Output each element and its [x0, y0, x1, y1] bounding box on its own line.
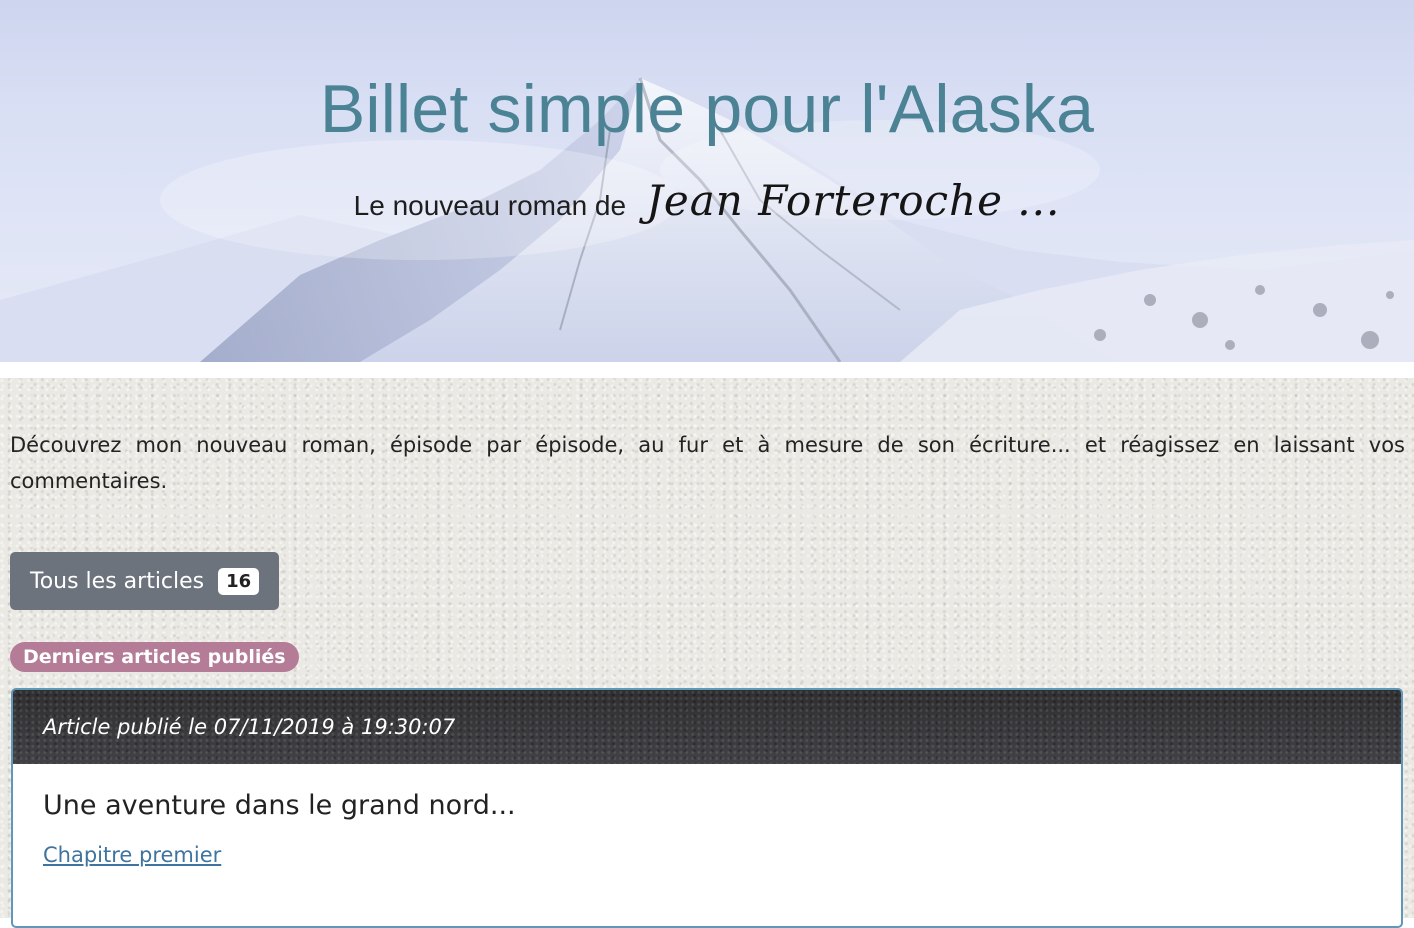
article-card: Article publié le 07/11/2019 à 19:30:07 … — [11, 688, 1403, 928]
intro-text: Découvrez mon nouveau roman, épisode par… — [10, 433, 1405, 493]
main-content: Découvrez mon nouveau roman, épisode par… — [0, 378, 1414, 928]
site-subtitle: Le nouveau roman de Jean Forteroche ... — [0, 176, 1414, 225]
articles-count-badge: 16 — [218, 567, 260, 595]
article-title: Une aventure dans le grand nord... — [43, 790, 516, 821]
site-title: Billet simple pour l'Alaska — [319, 71, 1095, 147]
all-articles-button[interactable]: Tous les articles 16 — [10, 552, 280, 610]
all-articles-label: Tous les articles — [30, 568, 205, 594]
latest-articles-badge: Derniers articles publiés — [10, 642, 299, 672]
chapter-link[interactable]: Chapitre premier — [43, 843, 221, 867]
author-signature: Jean Forteroche ... — [646, 176, 1061, 225]
article-date: Article publié le 07/11/2019 à 19:30:07 — [43, 715, 456, 739]
article-header: Article publié le 07/11/2019 à 19:30:07 — [13, 690, 1401, 764]
subtitle-prefix: Le nouveau roman de — [353, 190, 627, 221]
site-header: Billet simple pour l'Alaska Le nouveau r… — [0, 0, 1414, 362]
article-body: Une aventure dans le grand nord... Chapi… — [13, 764, 1401, 893]
